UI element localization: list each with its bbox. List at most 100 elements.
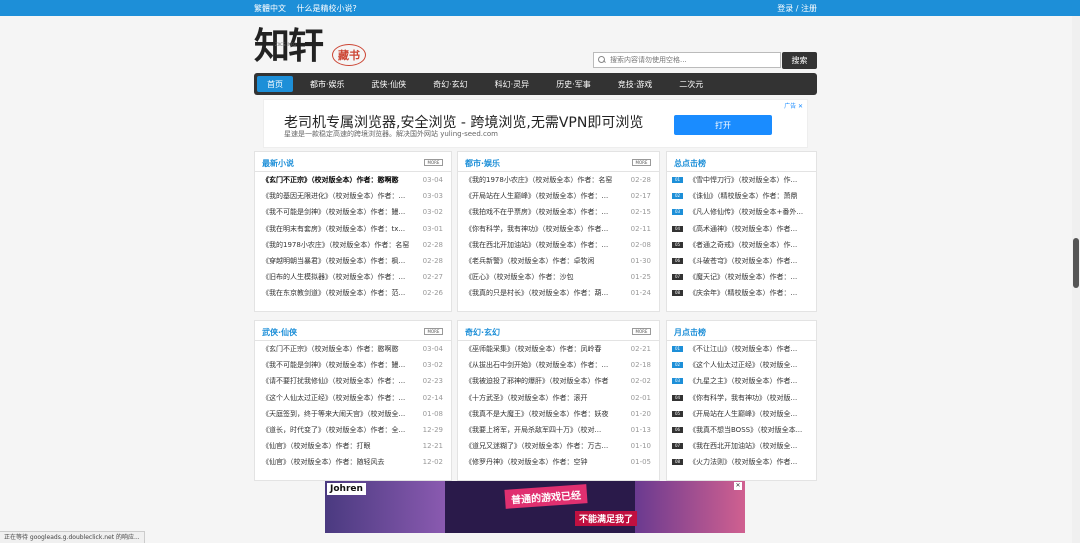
nav-wuxia[interactable]: 武侠·仙侠 (362, 76, 417, 92)
list-item[interactable]: 《仙官》（校对版全本）作者：随轻风去 12-02 (255, 454, 451, 470)
list-item[interactable]: 《我不可能是剑神》（校对版全本）作者：鳗... 03-02 (255, 357, 451, 373)
more-button[interactable]: MORE (424, 328, 443, 335)
rank-item[interactable]: 01 《雪中悍刀行》（校对版全本）作... (667, 172, 816, 188)
list-item[interactable]: 《从拔出石中剑开始》（校对版全本）作者：... 02-18 (458, 357, 659, 373)
list-item[interactable]: 《修罗丹神》（校对版全本）作者：空钟 01-05 (458, 454, 659, 470)
list-item[interactable]: 《我在西北开加油站》（校对版全本）作者：... 02-08 (458, 237, 659, 253)
nav-fantasy[interactable]: 奇幻·玄幻 (423, 76, 478, 92)
login-register-link[interactable]: 登录 / 注册 (777, 3, 817, 14)
list-item[interactable]: 《我在东京教剑道》（校对版全本）作者：范... 02-26 (255, 285, 451, 301)
book-title-link[interactable]: 《我真不想当BOSS》（校对版全本... (689, 422, 809, 438)
book-title-link[interactable]: 《这个人仙太过正经》（校对版全本）作者：... (262, 390, 420, 406)
book-title-link[interactable]: 《不让江山》（校对版全本）作者... (689, 341, 809, 357)
list-item[interactable]: 《仙官》（校对版全本）作者：打眼 12-21 (255, 438, 451, 454)
more-button[interactable]: MORE (632, 159, 651, 166)
list-item[interactable]: 《你有科学，我有神功》（校对版全本）作者... 02-11 (458, 221, 659, 237)
book-title-link[interactable]: 《我不可能是剑神》（校对版全本）作者：鳗... (262, 357, 420, 373)
book-title-link[interactable]: 《十方武圣》（校对版全本）作者：滚开 (465, 390, 623, 406)
book-title-link[interactable]: 《从拔出石中剑开始》（校对版全本）作者：... (465, 357, 623, 373)
book-title-link[interactable]: 《请不要打扰我修仙》（校对版全本）作者：... (262, 373, 420, 389)
book-title-link[interactable]: 《这个人仙太过正经》（校对版全... (689, 357, 809, 373)
book-title-link[interactable]: 《我在明末有套房》（校对版全本）作者：tx... (262, 221, 420, 237)
traditional-chinese-link[interactable]: 繁體中文 (254, 4, 286, 13)
book-title-link[interactable]: 《我不可能是剑神》（校对版全本）作者：鳗... (262, 204, 420, 220)
book-title-link[interactable]: 《我被迫投了邪神的爆肝》（校对版全本）作者 (465, 373, 623, 389)
book-title-link[interactable]: 《我在东京教剑道》（校对版全本）作者：范... (262, 285, 420, 301)
rank-item[interactable]: 04 《你有科学，我有神功》（校对版... (667, 390, 816, 406)
book-title-link[interactable]: 《我的基因无限进化》（校对版全本）作者：... (262, 188, 420, 204)
list-item[interactable]: 《我真的只是村长》（校对版全本）作者：葫... 01-24 (458, 285, 659, 301)
list-item[interactable]: 《老兵新警》（校对版全本）作者：卓牧闲 01-30 (458, 253, 659, 269)
search-box[interactable] (593, 52, 781, 68)
list-item[interactable]: 《旧布的人生模拟器》（校对版全本）作者：... 02-27 (255, 269, 451, 285)
book-title-link[interactable]: 《我在西北开加油站》（校对版全本）作者：... (465, 237, 623, 253)
ad-open-button[interactable]: 打开 (674, 115, 772, 135)
scrollbar[interactable] (1072, 16, 1080, 543)
list-item[interactable]: 《我要上将军，开局杀敌军四十万》（校对... 01-13 (458, 422, 659, 438)
book-title-link[interactable]: 《你有科学，我有神功》（校对版... (689, 390, 809, 406)
rank-item[interactable]: 03 《九星之主》（校对版全本）作者... (667, 373, 816, 389)
book-title-link[interactable]: 《雪中悍刀行》（校对版全本）作... (689, 172, 809, 188)
list-item[interactable]: 《十方武圣》（校对版全本）作者：滚开 02-01 (458, 390, 659, 406)
list-item[interactable]: 《我的1978小农庄》（校对版全本）作者：名窑 02-28 (458, 172, 659, 188)
search-button[interactable]: 搜索 (782, 52, 817, 69)
nav-acg[interactable]: 二次元 (669, 76, 713, 92)
book-title-link[interactable]: 《我拍戏不在乎票房》（校对版全本）作者：... (465, 204, 623, 220)
list-item[interactable]: 《玄门不正宗》（校对版全本）作者：憨啊憨 03-04 (255, 172, 451, 188)
nav-home[interactable]: 首页 (257, 76, 293, 92)
book-title-link[interactable]: 《九星之主》（校对版全本）作者... (689, 373, 809, 389)
book-title-link[interactable]: 《庆余年》（精校版全本）作者：... (689, 285, 809, 301)
book-title-link[interactable]: 《高术通神》（校对版全本）作者... (689, 221, 809, 237)
rank-item[interactable]: 08 《火力法则》（校对版全本）作者... (667, 454, 816, 470)
book-title-link[interactable]: 《巫师能采集》（校对版全本）作者：凤岭春 (465, 341, 623, 357)
nav-urban[interactable]: 都市·娱乐 (300, 76, 355, 92)
list-item[interactable]: 《我被迫投了邪神的爆肝》（校对版全本）作者 02-02 (458, 373, 659, 389)
book-title-link[interactable]: 《我在西北开加油站》（校对版全... (689, 438, 809, 454)
book-title-link[interactable]: 《你有科学，我有神功》（校对版全本）作者... (465, 221, 623, 237)
list-item[interactable]: 《我不可能是剑神》（校对版全本）作者：鳗... 03-02 (255, 204, 451, 220)
list-item[interactable]: 《天庭签到，终于等来大闹天宫》（校对版全... 01-08 (255, 406, 451, 422)
rank-item[interactable]: 02 《这个人仙太过正经》（校对版全... (667, 357, 816, 373)
rank-item[interactable]: 07 《魔天记》（校对版全本）作者：... (667, 269, 816, 285)
list-item[interactable]: 《道长，时代变了》（校对版全本）作者：全... 12-29 (255, 422, 451, 438)
book-title-link[interactable]: 《凡人修仙传》（校对版全本+番外... (689, 204, 809, 220)
scrollbar-thumb[interactable] (1073, 238, 1079, 288)
book-title-link[interactable]: 《仙官》（校对版全本）作者：打眼 (262, 438, 420, 454)
book-title-link[interactable]: 《我要上将军，开局杀敌军四十万》（校对... (465, 422, 623, 438)
list-item[interactable]: 《这个人仙太过正经》（校对版全本）作者：... 02-14 (255, 390, 451, 406)
rank-item[interactable]: 06 《我真不想当BOSS》（校对版全本... (667, 422, 816, 438)
more-button[interactable]: MORE (424, 159, 443, 166)
book-title-link[interactable]: 《开局站在人生巅峰》（校对版全... (689, 406, 809, 422)
about-link[interactable]: 什么是精校小说? (297, 4, 357, 13)
list-item[interactable]: 《请不要打扰我修仙》（校对版全本）作者：... 02-23 (255, 373, 451, 389)
book-title-link[interactable]: 《老兵新警》（校对版全本）作者：卓牧闲 (465, 253, 623, 269)
list-item[interactable]: 《我真不是大魔王》（校对版全本）作者：妖夜 01-20 (458, 406, 659, 422)
book-title-link[interactable]: 《玄门不正宗》（校对版全本）作者：憨啊憨 (262, 172, 420, 188)
nav-games[interactable]: 竞技·游戏 (608, 76, 663, 92)
panel-title[interactable]: 武侠·仙侠 (262, 327, 297, 338)
panel-title[interactable]: 奇幻·玄幻 (465, 327, 500, 338)
book-title-link[interactable]: 《我真的只是村长》（校对版全本）作者：葫... (465, 285, 623, 301)
list-item[interactable]: 《巫师能采集》（校对版全本）作者：凤岭春 02-21 (458, 341, 659, 357)
list-item[interactable]: 《开局站在人生巅峰》（校对版全本）作者：... 02-17 (458, 188, 659, 204)
list-item[interactable]: 《我在明末有套房》（校对版全本）作者：tx... 03-01 (255, 221, 451, 237)
rank-item[interactable]: 05 《者通之奇戒》（校对版全本）作... (667, 237, 816, 253)
rank-item[interactable]: 08 《庆余年》（精校版全本）作者：... (667, 285, 816, 301)
rank-item[interactable]: 02 《诛仙》（精校版全本）作者：萧鼎 (667, 188, 816, 204)
book-title-link[interactable]: 《诛仙》（精校版全本）作者：萧鼎 (689, 188, 809, 204)
book-title-link[interactable]: 《旧布的人生模拟器》（校对版全本）作者：... (262, 269, 420, 285)
list-item[interactable]: 《匠心》（校对版全本）作者：沙包 01-25 (458, 269, 659, 285)
nav-history[interactable]: 历史·军事 (546, 76, 601, 92)
list-item[interactable]: 《穿越明朝当暴君》（校对版全本）作者：枫... 02-28 (255, 253, 451, 269)
ad-banner-game[interactable]: Johren 普通的游戏已经 不能满足我了 ✕ (325, 481, 745, 533)
book-title-link[interactable]: 《修罗丹神》（校对版全本）作者：空钟 (465, 454, 623, 470)
nav-scifi[interactable]: 科幻·灵异 (485, 76, 540, 92)
book-title-link[interactable]: 《道兄又迷糊了》（校对版全本）作者：万古... (465, 438, 623, 454)
book-title-link[interactable]: 《仙官》（校对版全本）作者：随轻风去 (262, 454, 420, 470)
book-title-link[interactable]: 《魔天记》（校对版全本）作者：... (689, 269, 809, 285)
rank-item[interactable]: 05 《开局站在人生巅峰》（校对版全... (667, 406, 816, 422)
close-icon[interactable]: ✕ (734, 482, 742, 490)
list-item[interactable]: 《玄门不正宗》（校对版全本）作者：憨啊憨 03-04 (255, 341, 451, 357)
ad-close-icon[interactable]: 广告 ✕ (784, 101, 803, 110)
rank-item[interactable]: 07 《我在西北开加油站》（校对版全... (667, 438, 816, 454)
